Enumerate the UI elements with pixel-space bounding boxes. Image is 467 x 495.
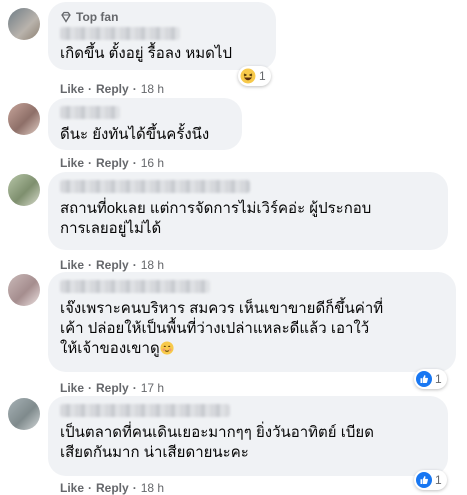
like-button[interactable]: Like xyxy=(60,258,84,272)
commenter-name[interactable] xyxy=(60,404,230,417)
reaction-count: 1 xyxy=(435,372,442,386)
blushing-emoji-icon xyxy=(160,341,174,355)
like-emoji-icon xyxy=(416,371,432,387)
reply-button[interactable]: Reply xyxy=(96,258,129,272)
reaction-summary[interactable]: 1 xyxy=(414,470,447,490)
comment-actions: Like · Reply · 16 h xyxy=(60,156,165,170)
reply-button[interactable]: Reply xyxy=(96,381,129,395)
comment-text: ดีนะ ยังทันได้ขึ้นครั้งนึง xyxy=(60,126,210,143)
comment-text-body: เจ๊งเพราะคนบริหาร สมควร เห็นเขาขายดีก็ขึ… xyxy=(60,300,384,357)
comment-text: เกิดขึ้น ตั้งอยู่ รื้อลง หมดไป xyxy=(60,45,232,62)
like-button[interactable]: Like xyxy=(60,156,84,170)
comment-actions: Like · Reply · 17 h xyxy=(60,381,165,395)
avatar[interactable] xyxy=(8,274,40,306)
reaction-summary[interactable]: 1 xyxy=(414,369,447,389)
avatar[interactable] xyxy=(8,8,40,40)
like-button[interactable]: Like xyxy=(60,481,84,495)
comment-text: สถานที่okเลย แต่การจัดการไม่เวิร์คอ่ะ ผู… xyxy=(60,200,372,237)
like-emoji-icon xyxy=(416,472,432,488)
timestamp[interactable]: 18 h xyxy=(141,258,164,272)
comment-bubble: ดีนะ ยังทันได้ขึ้นครั้งนึง xyxy=(48,98,242,150)
comment-bubble: เจ๊งเพราะคนบริหาร สมควร เห็นเขาขายดีก็ขึ… xyxy=(48,272,456,372)
comment-actions: Like · Reply · 18 h xyxy=(60,258,165,272)
top-fan-badge: Top fan xyxy=(60,10,264,24)
commenter-name[interactable] xyxy=(60,27,180,40)
reply-button[interactable]: Reply xyxy=(96,481,129,495)
reply-button[interactable]: Reply xyxy=(96,82,129,96)
diamond-icon xyxy=(61,11,71,23)
timestamp[interactable]: 18 h xyxy=(141,481,164,495)
comment-bubble: สถานที่okเลย แต่การจัดการไม่เวิร์คอ่ะ ผู… xyxy=(48,172,448,250)
haha-emoji-icon xyxy=(240,68,256,84)
commenter-name[interactable] xyxy=(60,106,120,119)
reaction-count: 1 xyxy=(435,473,442,487)
avatar[interactable] xyxy=(8,103,40,135)
timestamp[interactable]: 16 h xyxy=(141,156,164,170)
avatar[interactable] xyxy=(8,174,40,206)
reaction-count: 1 xyxy=(259,69,266,83)
like-button[interactable]: Like xyxy=(60,82,84,96)
commenter-name[interactable] xyxy=(60,280,210,293)
like-button[interactable]: Like xyxy=(60,381,84,395)
timestamp[interactable]: 18 h xyxy=(141,82,164,96)
comment-text: เจ๊งเพราะคนบริหาร สมควร เห็นเขาขายดีก็ขึ… xyxy=(60,299,444,359)
comment-actions: Like · Reply · 18 h xyxy=(60,82,165,96)
commenter-name[interactable] xyxy=(60,180,250,193)
comment-actions: Like · Reply · 18 h xyxy=(60,481,165,495)
badge-label: Top fan xyxy=(76,10,119,24)
reaction-summary[interactable]: 1 xyxy=(238,66,271,86)
comment-text: เป็นตลาดที่คนเดินเยอะมากๆๆ ยิ่งวันอาทิตย… xyxy=(60,424,374,461)
comment-bubble: Top fan เกิดขึ้น ตั้งอยู่ รื้อลง หมดไป xyxy=(48,2,276,70)
timestamp[interactable]: 17 h xyxy=(141,381,164,395)
avatar[interactable] xyxy=(8,398,40,430)
reply-button[interactable]: Reply xyxy=(96,156,129,170)
comment-bubble: เป็นตลาดที่คนเดินเยอะมากๆๆ ยิ่งวันอาทิตย… xyxy=(48,396,448,476)
